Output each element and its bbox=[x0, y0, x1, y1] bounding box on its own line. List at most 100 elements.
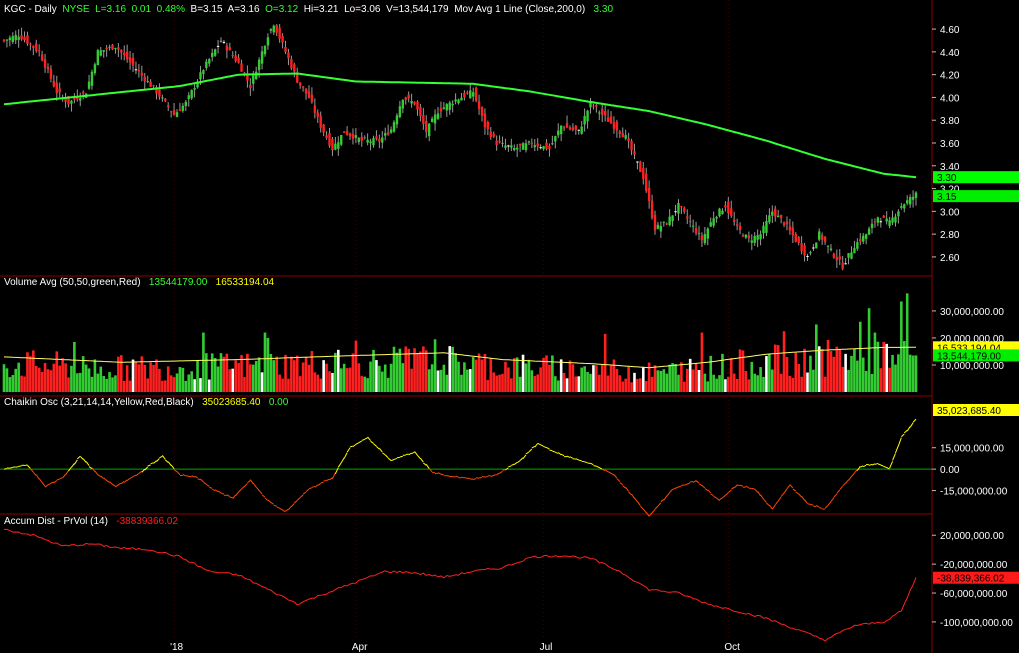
exchange-label: NYSE bbox=[62, 4, 90, 15]
candle-body bbox=[257, 59, 261, 71]
candle-body bbox=[290, 59, 293, 69]
volume-bar bbox=[131, 359, 135, 392]
chaikin-tick-label: 15,000,000.00 bbox=[940, 444, 1004, 455]
volume-bar bbox=[410, 368, 413, 392]
candle-body bbox=[310, 94, 314, 102]
volume-bar bbox=[507, 367, 510, 392]
volume-bar bbox=[797, 364, 801, 392]
volume-bar bbox=[111, 377, 114, 392]
candle-body bbox=[96, 50, 100, 66]
chaikin-segment bbox=[575, 458, 579, 461]
candle-body bbox=[621, 133, 624, 138]
chaikin-segment bbox=[387, 457, 392, 461]
candle-body bbox=[369, 141, 372, 144]
chaikin-segment bbox=[182, 474, 186, 477]
candle-body bbox=[489, 131, 492, 138]
candle-body bbox=[181, 105, 185, 111]
candle-body bbox=[345, 131, 349, 135]
candle-body bbox=[656, 224, 660, 229]
chaikin-segment bbox=[739, 484, 744, 487]
ma-value-label: 3.30 bbox=[593, 4, 614, 15]
candle-body bbox=[609, 116, 613, 124]
chaikin-segment bbox=[337, 462, 342, 468]
chaikin-segment bbox=[481, 476, 486, 478]
chaikin-segment bbox=[414, 451, 418, 456]
volume-bar bbox=[706, 381, 710, 392]
candle-body bbox=[908, 197, 912, 205]
moving-average-line bbox=[3, 72, 917, 179]
volume-bar bbox=[744, 370, 748, 392]
volume-value-1: 13544179.00 bbox=[148, 277, 208, 288]
volume-bar bbox=[900, 301, 903, 392]
candle-body bbox=[439, 107, 443, 112]
candle-body bbox=[52, 80, 56, 87]
candle-body bbox=[844, 263, 847, 265]
chaikin-segment bbox=[59, 477, 63, 480]
chaikin-segment bbox=[121, 481, 125, 485]
volume-bar bbox=[284, 354, 287, 392]
candle-body bbox=[841, 262, 844, 269]
candle-body bbox=[167, 105, 170, 108]
chaikin-segment bbox=[777, 496, 782, 502]
volume-bars bbox=[2, 293, 918, 392]
volume-bar bbox=[577, 376, 581, 392]
chaikin-segment bbox=[540, 444, 544, 447]
volume-bar bbox=[378, 365, 381, 392]
volume-bar bbox=[58, 365, 62, 392]
candle-body bbox=[911, 196, 915, 200]
candle-body bbox=[750, 240, 753, 243]
volume-bar bbox=[17, 362, 20, 392]
volume-bar bbox=[430, 364, 434, 392]
candle-body bbox=[372, 138, 375, 146]
volume-bar bbox=[161, 380, 164, 392]
chaikin-segment bbox=[331, 472, 336, 479]
candle-body bbox=[873, 221, 877, 223]
candle-body bbox=[688, 220, 692, 223]
volume-bar bbox=[360, 376, 364, 392]
chaikin-segment bbox=[147, 464, 151, 467]
volume-bar bbox=[93, 359, 97, 392]
volume-bar bbox=[416, 353, 419, 392]
candle-body bbox=[178, 109, 182, 111]
volume-bar bbox=[372, 349, 375, 392]
chaikin-segment bbox=[364, 437, 368, 440]
volume-bar bbox=[254, 361, 258, 392]
chaikin-segment bbox=[707, 489, 712, 494]
volume-bar bbox=[287, 378, 290, 392]
chaikin-segment bbox=[499, 470, 503, 474]
chaikin-segment bbox=[780, 492, 785, 497]
volume-bar bbox=[750, 361, 754, 392]
volume-bar bbox=[228, 369, 232, 392]
candle-body bbox=[691, 225, 695, 227]
volume-bar bbox=[636, 378, 639, 392]
volume-bar bbox=[146, 378, 149, 392]
chaikin-segment bbox=[760, 494, 764, 500]
candle-body bbox=[815, 242, 818, 249]
candle-body bbox=[143, 76, 146, 82]
volume-bar bbox=[266, 337, 270, 392]
chaikin-segment bbox=[390, 459, 395, 462]
candle-body bbox=[776, 215, 780, 218]
volume-bar bbox=[427, 369, 431, 392]
candle-body bbox=[46, 66, 50, 70]
volume-bar bbox=[272, 360, 276, 392]
chaikin-segment bbox=[408, 452, 412, 456]
chaikin-segment bbox=[273, 504, 277, 507]
candle-body bbox=[732, 219, 736, 222]
candle-body bbox=[398, 106, 402, 117]
volume-bar bbox=[709, 355, 713, 392]
candle-body bbox=[193, 88, 196, 90]
volume-bar bbox=[436, 370, 440, 392]
volume-bar bbox=[762, 376, 765, 392]
candle-body bbox=[583, 116, 586, 125]
candle-body bbox=[211, 52, 214, 58]
chaikin-segment bbox=[244, 483, 248, 487]
volume-bar bbox=[81, 356, 85, 392]
chaikin-segment bbox=[161, 455, 166, 460]
chaikin-segment bbox=[138, 470, 143, 474]
chaikin-segment bbox=[249, 479, 254, 485]
candle-body bbox=[580, 126, 583, 134]
volume-bar bbox=[199, 378, 202, 392]
candle-body bbox=[747, 235, 751, 239]
candle-body bbox=[548, 145, 551, 149]
